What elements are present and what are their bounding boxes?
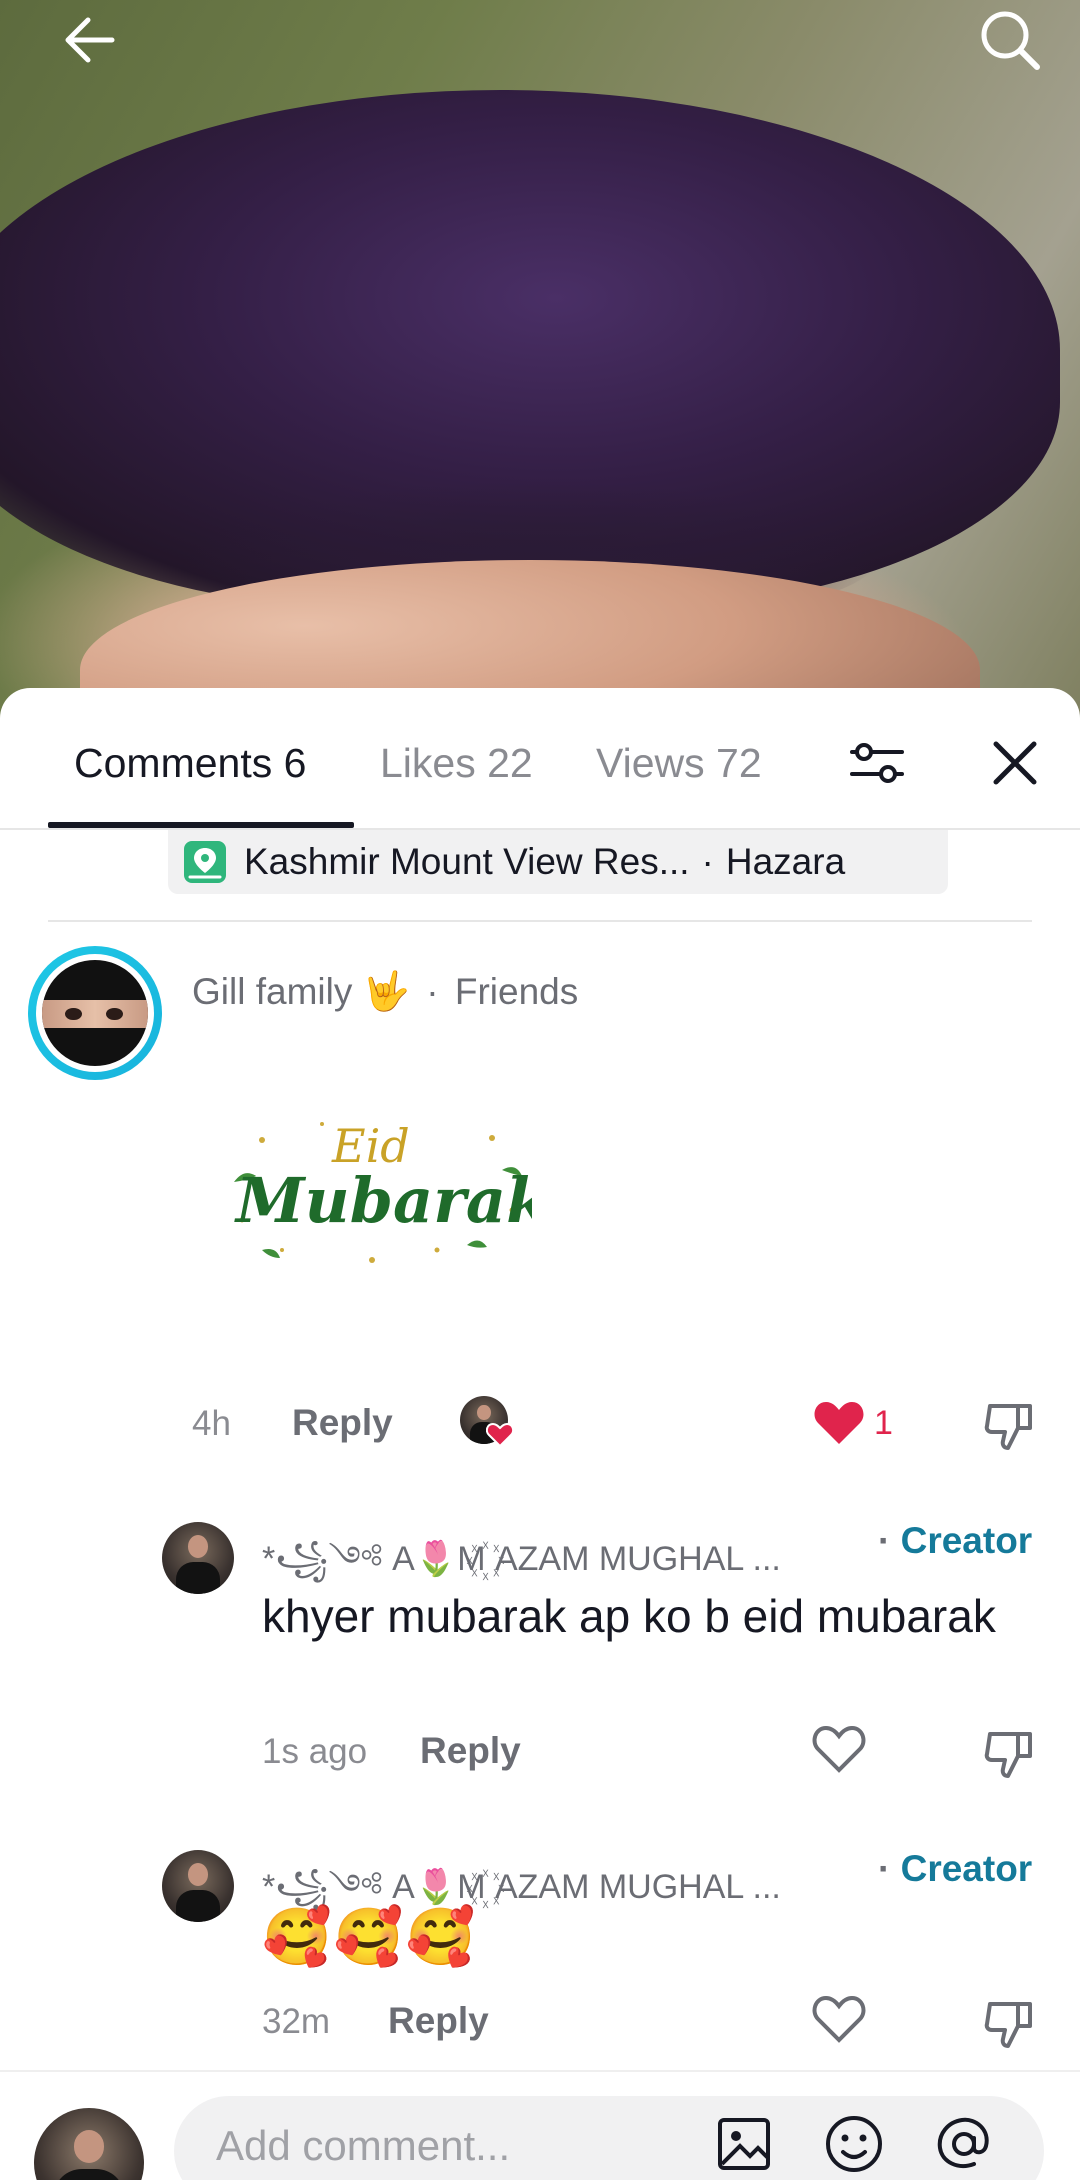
avatar-eye <box>105 1007 123 1021</box>
mention-icon[interactable] <box>932 2112 996 2176</box>
creator-label: Creator <box>900 1520 1033 1561</box>
tab-likes[interactable]: Likes 22 <box>380 738 533 788</box>
avatar-head <box>187 1534 209 1558</box>
creator-badge: · Creator <box>878 1520 1032 1562</box>
creator-label: Creator <box>900 1848 1033 1889</box>
avatar-head <box>187 1862 209 1886</box>
back-button[interactable] <box>50 4 130 76</box>
image-icon[interactable] <box>712 2112 776 2176</box>
avatar-eye-band <box>42 1000 148 1028</box>
reply-emoji-text: 🥰🥰🥰 <box>262 1905 478 1968</box>
reply-text: khyer mubarak ap ko b eid mubarak <box>262 1590 996 1642</box>
dislike-button[interactable] <box>982 1398 1042 1454</box>
avatar-head <box>477 1404 491 1420</box>
reply-like-button[interactable] <box>812 1724 868 1780</box>
location-chip[interactable]: Kashmir Mount View Res... · Hazara <box>168 830 948 894</box>
commenter-avatar[interactable] <box>28 946 162 1080</box>
filter-button[interactable] <box>842 728 912 798</box>
heart-badge-icon <box>486 1422 514 1448</box>
tab-label: Likes <box>380 740 476 786</box>
tab-label: Comments <box>74 740 273 786</box>
search-button[interactable] <box>970 4 1050 76</box>
hand-sign-emoji: 🤟 <box>362 971 410 1013</box>
avatar-shirt <box>176 1561 220 1594</box>
sliders-icon <box>850 743 904 783</box>
separator-dot: · <box>878 1848 901 1889</box>
video-background <box>0 0 1080 720</box>
reply-like-button[interactable] <box>812 1994 868 2050</box>
avatar-image <box>42 960 148 1066</box>
thumbs-down-icon <box>984 1732 1032 1778</box>
location-region: Hazara <box>725 841 846 882</box>
close-icon <box>993 741 1037 785</box>
reply-time: 1s ago <box>262 1732 368 1771</box>
reply-button[interactable]: Reply <box>292 1402 393 1444</box>
heart-outline-icon <box>812 1995 866 2043</box>
thumbs-down-icon <box>984 2002 1032 2048</box>
tab-count: 22 <box>487 740 533 786</box>
tab-bar: Comments 6 Likes 22 Views 72 <box>0 688 1080 830</box>
separator-dot: · <box>426 971 439 1012</box>
reply-button[interactable]: Reply <box>420 1730 521 1772</box>
tab-count: 6 <box>283 740 307 786</box>
heart-outline-icon <box>812 1725 866 1773</box>
separator-dot: · <box>878 1520 901 1561</box>
reply-avatar[interactable] <box>162 1522 234 1594</box>
comment-composer: Add comment... <box>0 2070 1080 2180</box>
creator-liked-indicator <box>460 1396 516 1452</box>
search-icon <box>981 11 1040 70</box>
reply-time: 32m <box>262 2002 331 2041</box>
heart-filled-icon <box>814 1402 864 1444</box>
comments-sheet: Comments 6 Likes 22 Views 72 Kashmir Mou… <box>0 688 1080 2180</box>
divider <box>48 920 1032 922</box>
comment-relation: Friends <box>454 971 579 1012</box>
comment-like-button[interactable]: 1 <box>812 1398 893 1448</box>
comment-time: 4h <box>192 1404 231 1443</box>
emoji-icon[interactable] <box>822 2112 886 2176</box>
tab-comments[interactable]: Comments 6 <box>74 738 306 788</box>
separator-dot: · <box>701 841 714 882</box>
thumbs-down-icon <box>984 1404 1032 1450</box>
tab-count: 72 <box>716 740 762 786</box>
tab-label: Views <box>596 740 705 786</box>
avatar-inner <box>36 954 154 1072</box>
arrow-left-icon <box>65 17 115 63</box>
dislike-button[interactable] <box>982 1726 1042 1782</box>
location-pin-icon <box>184 841 226 883</box>
avatar-shirt <box>176 1889 220 1922</box>
reply-avatar[interactable] <box>162 1850 234 1922</box>
avatar-head <box>73 2130 105 2163</box>
tab-views[interactable]: Views 72 <box>596 738 762 788</box>
creator-badge: · Creator <box>878 1848 1032 1890</box>
comment-author[interactable]: Gill family <box>192 971 352 1012</box>
comment-input[interactable]: Add comment... <box>174 2096 1044 2180</box>
current-user-avatar[interactable] <box>34 2108 144 2180</box>
like-count: 1 <box>874 1403 893 1442</box>
sticker-text-mubarak: Mubarak <box>234 1164 532 1237</box>
dislike-button[interactable] <box>982 1996 1042 2052</box>
eid-mubarak-sticker[interactable]: Eid Mubarak <box>222 1100 532 1270</box>
reply-button[interactable]: Reply <box>388 2000 489 2042</box>
location-name: Kashmir Mount View Res... <box>244 841 690 882</box>
avatar-shirt <box>53 2168 125 2180</box>
comment-input-placeholder: Add comment... <box>216 2122 511 2169</box>
close-button[interactable] <box>980 728 1050 798</box>
active-tab-indicator <box>48 822 354 828</box>
comment-author-line: Gill family 🤟 · Friends <box>192 970 578 1014</box>
